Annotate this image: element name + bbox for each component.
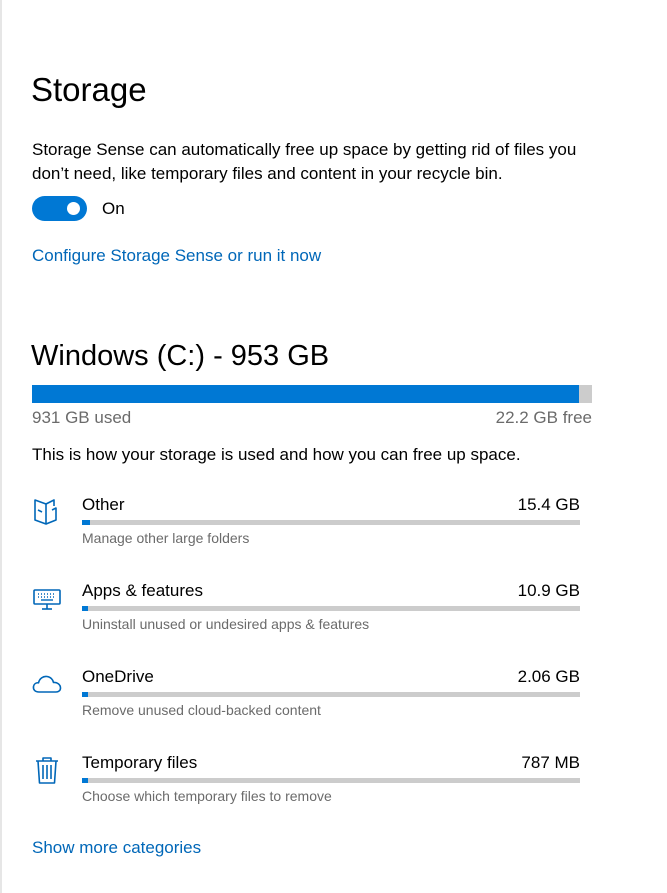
category-usage-bar — [82, 778, 580, 783]
category-onedrive[interactable]: OneDrive 2.06 GB Remove unused cloud-bac… — [32, 666, 580, 726]
category-temporary-files[interactable]: Temporary files 787 MB Choose which temp… — [32, 752, 580, 812]
window-edge — [0, 0, 2, 893]
category-other[interactable]: Other 15.4 GB Manage other large folders — [32, 494, 580, 554]
category-size: 15.4 GB — [517, 495, 580, 514]
configure-storage-sense-link[interactable]: Configure Storage Sense or run it now — [32, 245, 321, 267]
storage-sense-description: Storage Sense can automatically free up … — [32, 140, 577, 183]
storage-info-text: This is how your storage is used and how… — [32, 445, 521, 464]
category-description: Manage other large folders — [82, 530, 250, 546]
category-usage-bar — [82, 520, 580, 525]
drive-used-label: 931 GB used — [32, 408, 132, 427]
trash-icon — [32, 754, 62, 784]
category-name: Other — [82, 495, 125, 514]
category-description: Choose which temporary files to remove — [82, 788, 332, 804]
category-usage-bar — [82, 606, 580, 611]
drive-title: Windows (C:) - 953 GB — [31, 340, 330, 372]
folder-icon — [32, 496, 62, 526]
category-description: Remove unused cloud-backed content — [82, 702, 321, 718]
page-title: Storage — [31, 71, 147, 108]
category-usage-fill — [82, 520, 91, 525]
category-apps-features[interactable]: Apps & features 10.9 GB Uninstall unused… — [32, 580, 580, 640]
category-size: 787 MB — [521, 753, 580, 772]
category-usage-bar — [82, 692, 580, 697]
storage-sense-toggle[interactable] — [32, 196, 87, 221]
category-size: 10.9 GB — [517, 581, 580, 600]
toggle-knob — [67, 202, 80, 215]
category-description: Uninstall unused or undesired apps & fea… — [82, 616, 370, 632]
category-name: Apps & features — [82, 581, 203, 600]
drive-free-label: 22.2 GB free — [495, 408, 592, 427]
category-usage-fill — [82, 606, 88, 611]
category-usage-fill — [82, 692, 88, 697]
category-usage-fill — [82, 778, 88, 783]
show-more-categories-link[interactable]: Show more categories — [32, 837, 201, 859]
toggle-state-label: On — [102, 199, 125, 218]
drive-usage-bar — [32, 385, 592, 403]
category-name: Temporary files — [82, 753, 198, 772]
drive-usage-fill — [32, 385, 580, 403]
category-size: 2.06 GB — [517, 667, 580, 686]
cloud-icon — [32, 668, 62, 698]
keyboard-icon — [32, 582, 62, 612]
category-name: OneDrive — [82, 667, 154, 686]
